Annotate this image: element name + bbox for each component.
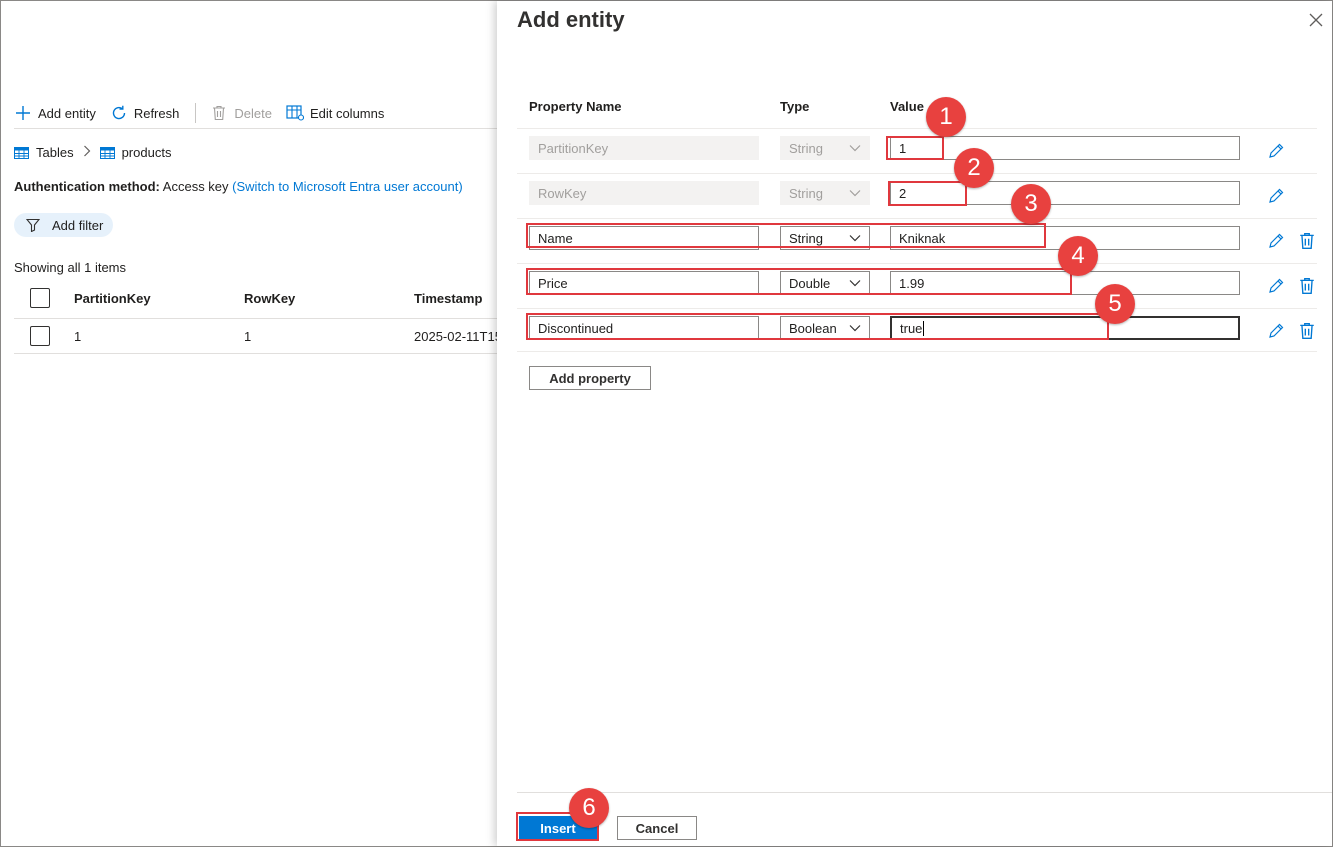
property-name-field[interactable]: Name: [529, 226, 759, 250]
select-all-checkbox[interactable]: [30, 288, 50, 308]
header-property-name: Property Name: [529, 99, 622, 114]
cell-partitionkey: 1: [74, 328, 82, 344]
type-value: String: [789, 140, 823, 156]
chevron-down-icon: [849, 145, 861, 152]
breadcrumb-tables[interactable]: Tables: [14, 145, 74, 160]
value-field-focused[interactable]: true: [890, 316, 1240, 340]
cell-timestamp: 2025-02-11T15: [414, 328, 497, 344]
filter-icon: [24, 216, 42, 234]
add-entity-button[interactable]: Add entity: [14, 104, 96, 122]
property-row-discontinued: Discontinued Boolean true: [517, 308, 1317, 352]
delete-row-icon[interactable]: [1298, 322, 1316, 340]
type-dropdown[interactable]: Double: [780, 271, 870, 295]
delete-row-icon[interactable]: [1298, 232, 1316, 250]
value-field[interactable]: 2: [890, 181, 1240, 205]
edit-columns-icon: [286, 104, 304, 122]
property-row-name: Name String Kniknak: [517, 218, 1317, 262]
property-name-field[interactable]: Price: [529, 271, 759, 295]
delete-row-icon[interactable]: [1298, 277, 1316, 295]
text-cursor: [923, 320, 925, 336]
column-header-timestamp[interactable]: Timestamp: [414, 291, 482, 306]
grid-header: PartitionKey RowKey Timestamp: [14, 280, 497, 316]
refresh-button[interactable]: Refresh: [110, 104, 180, 122]
type-value: String: [789, 185, 823, 201]
table-icon: [14, 146, 29, 159]
switch-auth-link[interactable]: (Switch to Microsoft Entra user account): [232, 179, 462, 194]
delete-label: Delete: [234, 105, 272, 121]
refresh-icon: [110, 104, 128, 122]
property-row-rowkey: RowKey String 2: [517, 173, 1317, 217]
auth-label: Authentication method:: [14, 179, 160, 194]
header-value: Value: [890, 99, 924, 114]
value-field[interactable]: 1: [890, 136, 1240, 160]
type-dropdown: String: [780, 181, 870, 205]
edit-icon[interactable]: [1267, 322, 1285, 340]
header-type: Type: [780, 99, 810, 114]
step-marker-1: 1: [926, 97, 966, 137]
type-value: String: [789, 230, 823, 246]
type-value: Double: [789, 275, 831, 291]
add-filter-button[interactable]: Add filter: [14, 213, 114, 237]
add-property-button[interactable]: Add property: [529, 366, 651, 390]
breadcrumb: Tables products: [14, 145, 171, 160]
footer-divider: [517, 792, 1332, 793]
trash-icon: [210, 104, 228, 122]
property-name-field: PartitionKey: [529, 136, 759, 160]
chevron-down-icon: [849, 190, 861, 197]
table-icon: [99, 146, 115, 159]
step-marker-6: 6: [569, 788, 609, 828]
column-header-rowkey[interactable]: RowKey: [244, 291, 295, 306]
type-dropdown: String: [780, 136, 870, 160]
step-marker-3: 3: [1011, 184, 1051, 224]
property-name-field: RowKey: [529, 181, 759, 205]
edit-columns-label: Edit columns: [309, 105, 385, 121]
items-count: Showing all 1 items: [14, 260, 126, 275]
step-marker-2: 2: [954, 148, 994, 188]
breadcrumb-products[interactable]: products: [99, 145, 172, 160]
toolbar-divider: [195, 103, 197, 123]
value-text: true: [900, 320, 923, 336]
property-row-partitionkey: PartitionKey String 1: [517, 128, 1317, 172]
cancel-button[interactable]: Cancel: [617, 816, 697, 840]
edit-icon[interactable]: [1267, 232, 1285, 250]
table-row[interactable]: 1 1 2025-02-11T15: [14, 318, 497, 354]
edit-icon[interactable]: [1267, 142, 1285, 160]
refresh-label: Refresh: [133, 105, 180, 121]
add-filter-label: Add filter: [52, 217, 104, 233]
edit-icon[interactable]: [1267, 277, 1285, 295]
breadcrumb-tables-label: Tables: [36, 145, 74, 160]
step-marker-4: 4: [1058, 236, 1098, 276]
property-name-field[interactable]: Discontinued: [529, 316, 759, 340]
command-bar: Add entity Refresh Delete Edit columns: [14, 102, 398, 124]
property-row-price: Price Double 1.99: [517, 263, 1317, 307]
panel-title: Add entity: [517, 7, 625, 32]
close-icon[interactable]: [1308, 12, 1324, 28]
row-checkbox[interactable]: [30, 326, 50, 346]
value-field[interactable]: 1.99: [890, 271, 1240, 295]
step-marker-5: 5: [1095, 284, 1135, 324]
breadcrumb-products-label: products: [121, 145, 172, 160]
type-value: Boolean: [789, 320, 837, 336]
column-header-partitionkey[interactable]: PartitionKey: [74, 291, 151, 306]
chevron-down-icon: [849, 280, 861, 287]
add-entity-label: Add entity: [38, 105, 96, 121]
type-dropdown[interactable]: Boolean: [780, 316, 870, 340]
entity-grid: PartitionKey RowKey Timestamp 1 1 2025-0…: [14, 280, 497, 354]
add-entity-panel: Add entity Property Name Type Value Part…: [497, 1, 1332, 846]
edit-icon[interactable]: [1267, 187, 1285, 205]
edit-columns-button[interactable]: Edit columns: [286, 104, 384, 122]
auth-method: Authentication method: Access key (Switc…: [14, 179, 463, 194]
type-dropdown[interactable]: String: [780, 226, 870, 250]
auth-value: Access key: [162, 179, 229, 194]
cell-rowkey: 1: [244, 328, 252, 344]
toolbar-divider-line: [14, 128, 497, 129]
chevron-right-icon: [83, 145, 91, 160]
chevron-down-icon: [849, 235, 861, 242]
plus-icon: [14, 104, 32, 122]
delete-button[interactable]: Delete: [210, 104, 272, 122]
chevron-down-icon: [849, 325, 861, 332]
